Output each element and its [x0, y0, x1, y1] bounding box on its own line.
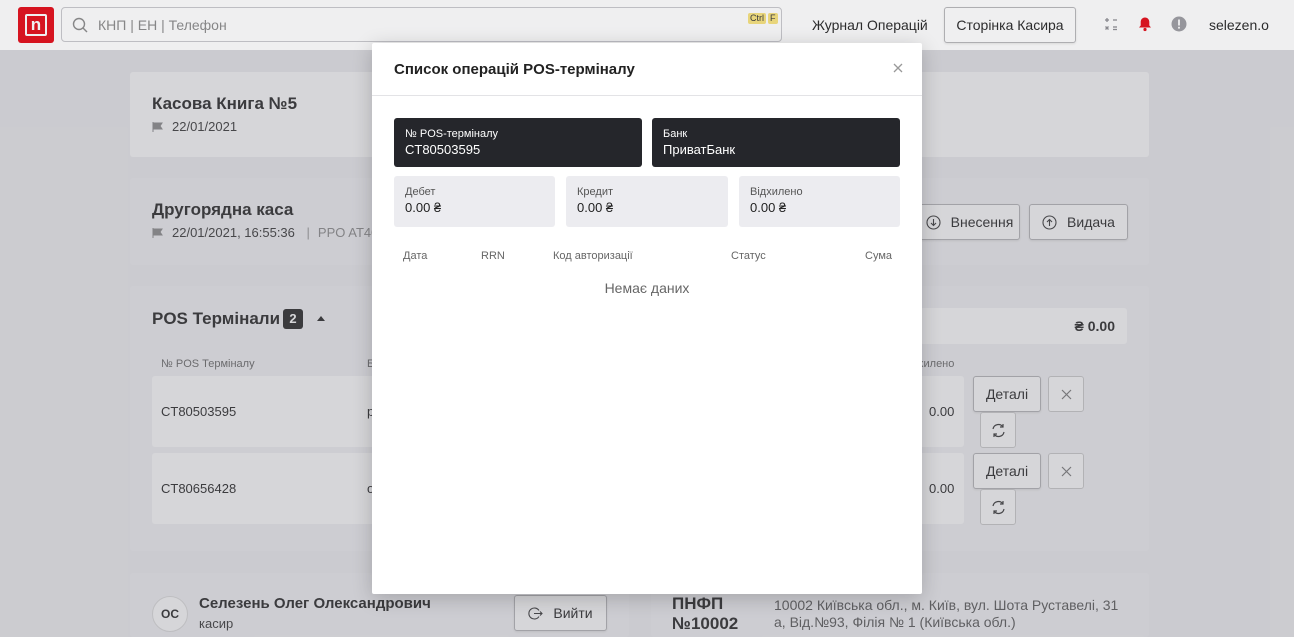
- calculator-icon[interactable]: [1103, 16, 1119, 32]
- debit-label: Дебет: [405, 186, 436, 198]
- col-status-header[interactable]: Статус: [731, 250, 766, 262]
- logo-letter: n: [25, 14, 47, 36]
- cashier-page-button[interactable]: Сторінка Касира: [944, 7, 1076, 43]
- close-icon[interactable]: [891, 61, 905, 75]
- credit-box: Кредит 0.00 ₴: [566, 176, 728, 227]
- modal-title: Список операцій POS-терміналу: [394, 61, 635, 78]
- declined-label: Відхилено: [750, 186, 803, 198]
- bank-info-box: Банк ПриватБанк: [652, 118, 900, 167]
- alert-icon[interactable]: [1171, 16, 1187, 32]
- col-amount-header[interactable]: Сума: [865, 250, 892, 262]
- terminal-info-box: № POS-терміналу CT80503595: [394, 118, 642, 167]
- pos-operations-modal: Список операцій POS-терміналу № POS-терм…: [372, 43, 922, 594]
- username[interactable]: selezen.o: [1209, 17, 1269, 33]
- journal-link[interactable]: Журнал Операцій: [812, 17, 928, 33]
- bank-value: ПриватБанк: [663, 142, 736, 157]
- shortcut-ctrl-badge: Ctrl: [748, 13, 766, 24]
- bank-label: Банк: [663, 128, 688, 140]
- search-icon: [72, 17, 88, 33]
- declined-value: 0.00 ₴: [750, 200, 787, 215]
- credit-label: Кредит: [577, 186, 614, 198]
- terminal-label: № POS-терміналу: [405, 128, 499, 140]
- terminal-value: CT80503595: [405, 142, 481, 157]
- global-search: Ctrl F: [61, 7, 782, 42]
- declined-box: Відхилено 0.00 ₴: [739, 176, 900, 227]
- empty-state: Немає даних: [604, 280, 690, 296]
- col-auth-code-header[interactable]: Код авторизації: [553, 250, 633, 262]
- search-input[interactable]: [98, 8, 738, 41]
- credit-value: 0.00 ₴: [577, 200, 614, 215]
- debit-box: Дебет 0.00 ₴: [394, 176, 555, 227]
- col-date-header[interactable]: Дата: [403, 250, 427, 262]
- app-logo[interactable]: n: [18, 7, 54, 43]
- debit-value: 0.00 ₴: [405, 200, 442, 215]
- col-rrn-header[interactable]: RRN: [481, 250, 505, 262]
- bell-icon[interactable]: [1137, 16, 1153, 32]
- modal-divider: [372, 95, 922, 96]
- shortcut-key-badge: F: [768, 13, 778, 24]
